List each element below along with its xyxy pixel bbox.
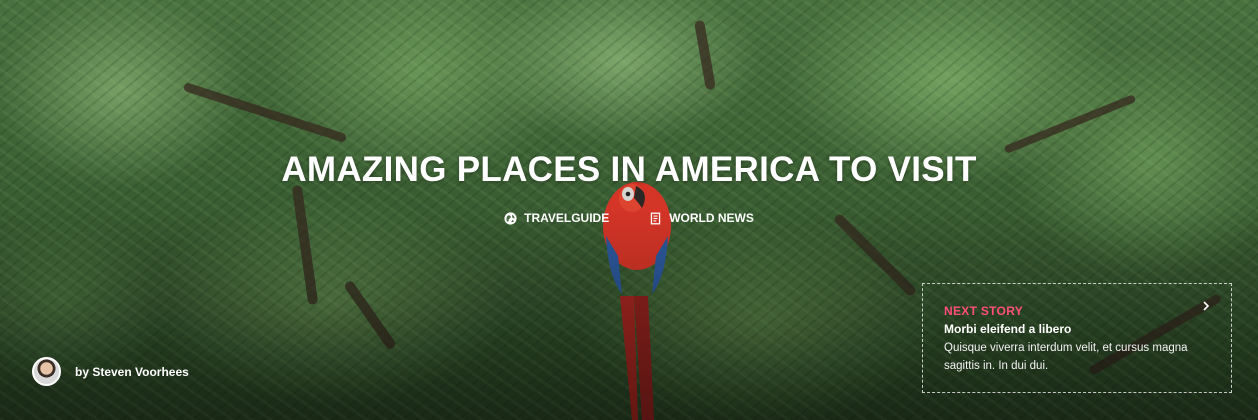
article-title: AMAZING PLACES IN AMERICA TO VISIT [281,150,977,189]
author-byline[interactable]: by Steven Voorhees [32,357,189,386]
next-story-label: NEXT STORY [944,304,1024,318]
avatar[interactable] [32,357,61,386]
document-icon [651,212,661,224]
category-travelguide-link[interactable]: TRAVELGUIDE [504,211,609,225]
article-categories: TRAVELGUIDE WORLD NEWS [0,211,1258,225]
next-story-excerpt: Quisque viverra interdum velit, et cursu… [944,342,1188,372]
category-world-news-link[interactable]: WORLD NEWS [649,211,754,225]
globe-icon [504,211,517,225]
next-story-title[interactable]: Morbi eleifend a libero [944,322,1211,336]
next-story-card[interactable]: NEXT STORY Morbi eleifend a libero Quisq… [922,283,1232,393]
hero-banner: AMAZING PLACES IN AMERICA TO VISIT TRAVE… [0,0,1258,420]
author-name: by Steven Voorhees [75,364,189,379]
category-label: TRAVELGUIDE [524,211,610,225]
category-label: WORLD NEWS [669,211,754,225]
chevron-right-icon[interactable] [1201,300,1211,312]
